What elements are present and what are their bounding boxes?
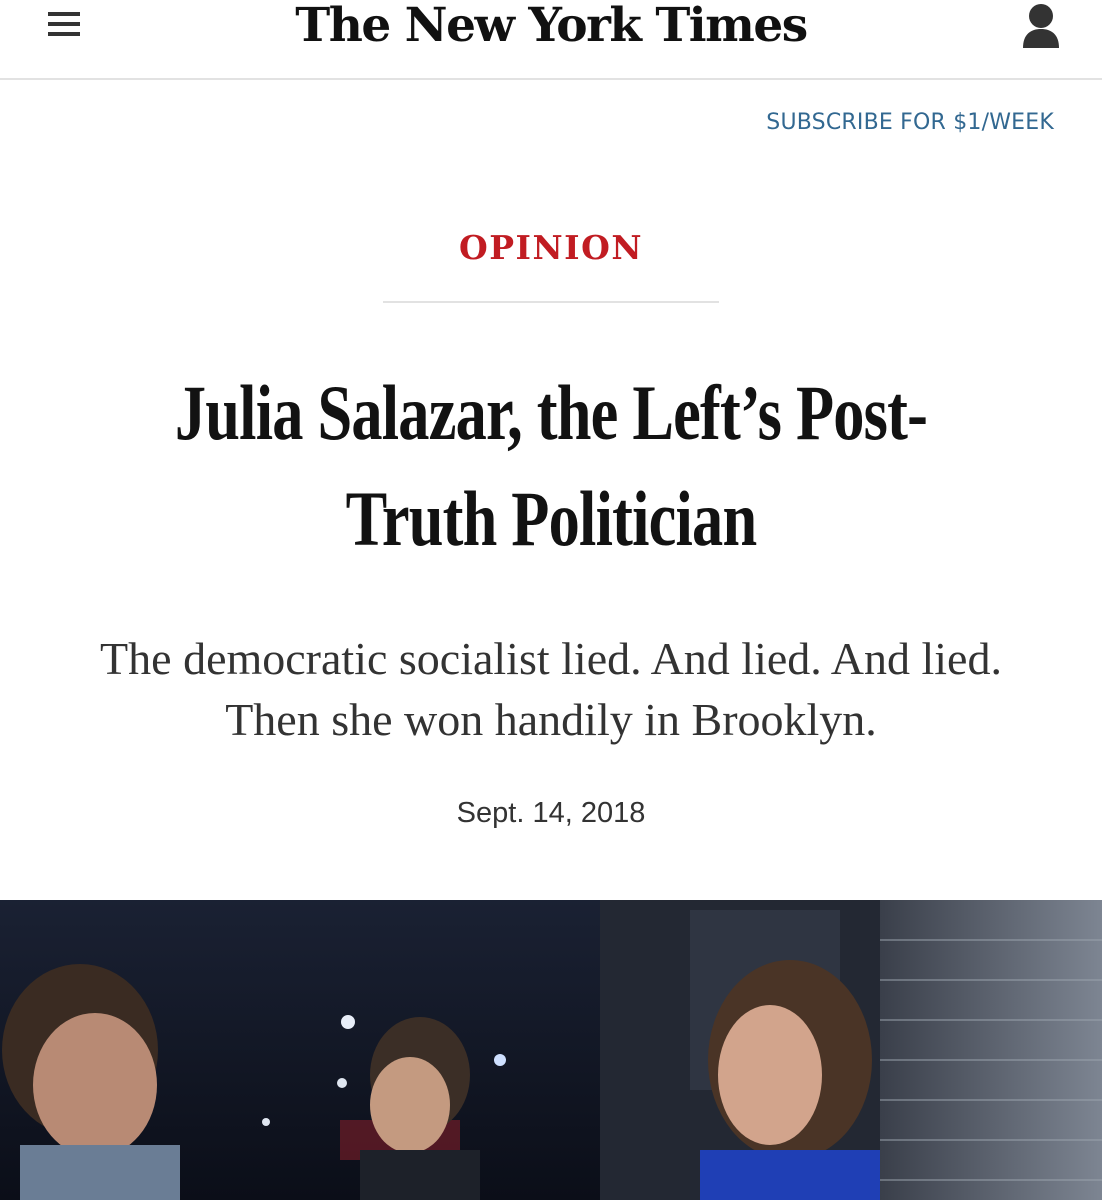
article-date: Sept. 14, 2018 — [456, 797, 646, 829]
article-lead-photo[interactable] — [0, 900, 1102, 1200]
article-headline: Julia Salazar, the Left’s Post-Truth Pol… — [174, 369, 928, 562]
subscribe-link[interactable]: SUBSCRIBE FOR $1/WEEK — [766, 106, 1054, 140]
article-summary: The democratic socialist lied. And lied.… — [100, 633, 1002, 745]
masthead: The New York Times — [0, 0, 1102, 80]
user-account-icon[interactable] — [1018, 0, 1064, 52]
section-label-opinion[interactable]: OPINION — [0, 226, 1102, 270]
section-divider — [383, 301, 719, 303]
nyt-logo[interactable]: The New York Times — [0, 0, 1102, 56]
